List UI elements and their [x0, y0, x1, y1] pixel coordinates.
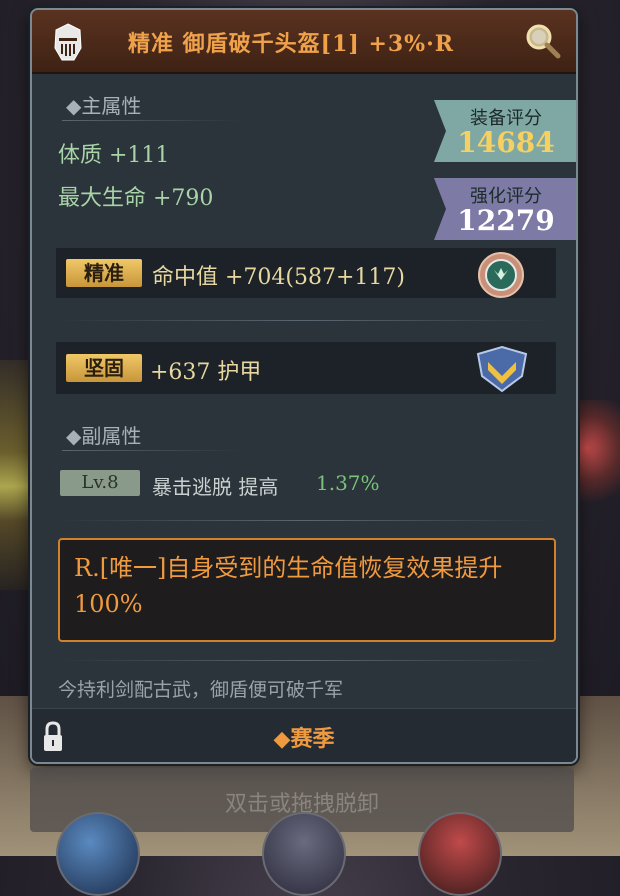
- skill-slot-3[interactable]: [418, 812, 502, 896]
- sturdy-text: +637 护甲: [150, 360, 262, 385]
- background-glow-right: [572, 400, 620, 520]
- special-effect-box: R.[唯一]自身受到的生命值恢复效果提升100%: [58, 538, 556, 642]
- item-title: 精准 御盾破千头盔[1] +3%·R: [128, 31, 455, 57]
- sturdy-tag: 坚固: [66, 354, 142, 382]
- stat-max-hp: 最大生命 +790: [58, 186, 214, 211]
- background-glow-left: [0, 360, 34, 590]
- section-divider: [56, 320, 552, 321]
- knight-helmet-icon: [54, 23, 82, 61]
- section-divider-3: [56, 660, 552, 661]
- item-tooltip-card: 精准 御盾破千头盔[1] +3%·R ◆主属性 体质 +111 最大生命 +79…: [30, 8, 578, 764]
- special-effect-text: R.[唯一]自身受到的生命值恢复效果提升100%: [74, 554, 503, 618]
- sub-attr-value: 1.37%: [316, 471, 380, 495]
- enhance-score-value: 12279: [457, 204, 555, 237]
- stat-constitution: 体质 +111: [58, 143, 170, 168]
- enhance-score-badge: 强化评分 12279: [434, 178, 576, 240]
- item-header: 精准 御盾破千头盔[1] +3%·R: [32, 10, 576, 74]
- shield-chevron-icon: [476, 345, 528, 393]
- season-footer: ◆赛季: [32, 708, 576, 762]
- main-attr-heading: ◆主属性: [66, 94, 142, 118]
- precision-tag: 精准: [66, 259, 142, 287]
- sub-attr-underline: [62, 450, 242, 451]
- equip-score-value: 14684: [457, 126, 555, 159]
- precision-text: 命中值 +704(587+117): [152, 265, 406, 290]
- equip-score-badge: 装备评分 14684: [434, 100, 576, 162]
- season-label: ◆赛季: [273, 726, 335, 752]
- precision-row: 精准 命中值 +704(587+117): [56, 248, 556, 298]
- flavor-text: 今持利剑配古武，御盾便可破千军: [58, 679, 344, 701]
- sturdy-row: 坚固 +637 护甲: [56, 342, 556, 394]
- sub-attr-level-tag: Lv.8: [60, 470, 140, 496]
- main-attr-underline: [62, 120, 242, 121]
- sub-attr-text: 暴击逃脱 提高: [152, 475, 279, 499]
- sub-attr-heading: ◆副属性: [66, 424, 142, 448]
- skill-slot-1[interactable]: [56, 812, 140, 896]
- skill-slot-2[interactable]: [262, 812, 346, 896]
- emblem-badge-icon: [478, 252, 524, 298]
- magnifier-icon[interactable]: [524, 22, 562, 60]
- section-divider-2: [56, 520, 552, 521]
